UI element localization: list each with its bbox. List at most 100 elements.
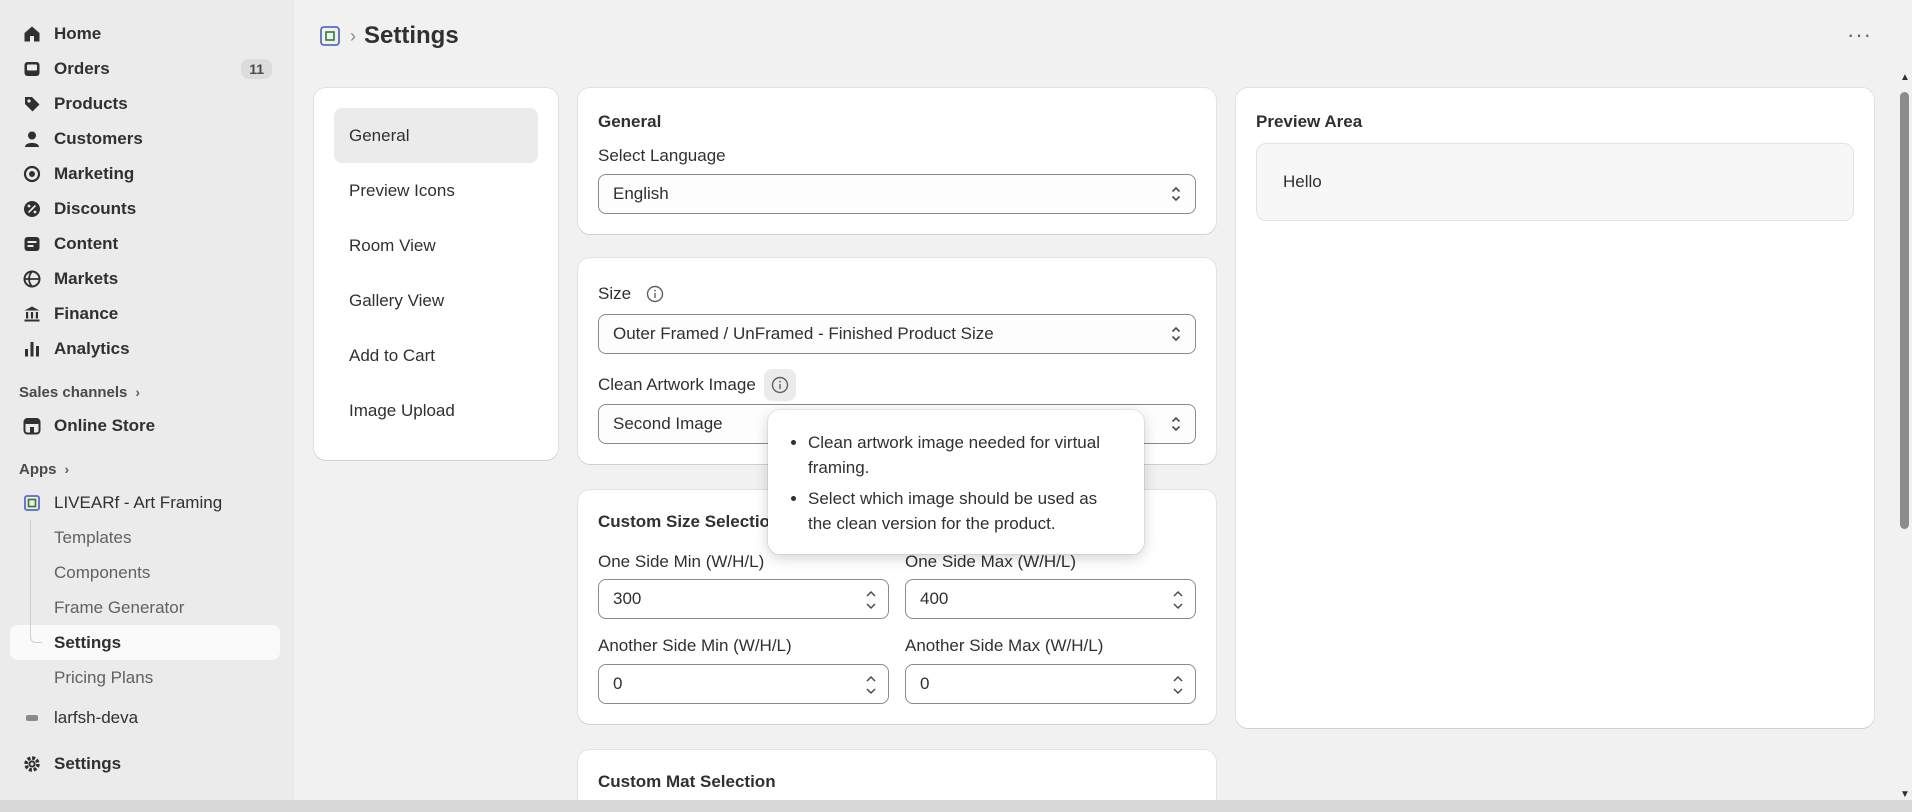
sidebar-subitem-settings[interactable]: Settings — [10, 625, 280, 660]
sidebar-item-marketing[interactable]: Marketing — [0, 156, 294, 191]
tooltip-list: Clean artwork image needed for virtual f… — [808, 430, 1124, 536]
another-side-min-value: 0 — [613, 674, 623, 693]
select-arrows-icon — [1171, 186, 1181, 202]
sales-channels-heading[interactable]: Sales channels › — [0, 376, 294, 408]
sidebar-bottom: Settings — [0, 746, 294, 781]
storefront-icon — [22, 416, 42, 436]
more-actions-button[interactable]: ··· — [1847, 22, 1872, 48]
sidebar-item-orders[interactable]: Orders 11 — [0, 51, 294, 86]
custom-size-title: Custom Size Selection — [598, 512, 781, 531]
orders-count-badge: 11 — [241, 58, 272, 79]
settings-nav-card: General Preview Icons Room View Gallery … — [314, 88, 558, 460]
sidebar-item-label: larfsh-deva — [54, 708, 139, 727]
sidebar-item-finance[interactable]: Finance — [0, 296, 294, 331]
another-side-min-input[interactable]: 0 — [598, 664, 889, 704]
sidebar-subitem-components[interactable]: Components — [0, 555, 294, 590]
sidebar-item-content[interactable]: Content — [0, 226, 294, 261]
app-frame-icon[interactable] — [318, 24, 342, 48]
sidebar-item-home[interactable]: Home — [0, 16, 294, 51]
language-select[interactable]: English — [598, 174, 1196, 214]
preview-box: Hello — [1256, 143, 1854, 221]
general-card-title: General — [598, 112, 662, 131]
inbox-icon — [22, 59, 42, 79]
sidebar-item-label: Products — [54, 93, 128, 113]
size-select-value: Outer Framed / UnFramed - Finished Produ… — [613, 324, 994, 343]
tooltip-bullet: Clean artwork image needed for virtual f… — [808, 430, 1124, 480]
sidebar-subitem-label: Settings — [54, 632, 122, 652]
home-icon — [22, 24, 42, 44]
sidebar-item-customers[interactable]: Customers — [0, 121, 294, 156]
scroll-up-icon[interactable]: ▲ — [1900, 72, 1910, 83]
app-icon — [22, 708, 42, 728]
sidebar-subitem-label: Components — [54, 562, 151, 582]
one-side-min-label: One Side Min (W/H/L) — [598, 552, 765, 571]
sidebar-subitem-label: Templates — [54, 527, 132, 547]
apps-label: Apps — [19, 460, 57, 478]
page-scrollbar[interactable]: ▲ ▼ — [1898, 72, 1912, 800]
one-side-min-value: 300 — [613, 589, 642, 608]
tree-line — [30, 520, 31, 555]
chevron-right-icon: › — [64, 461, 70, 477]
scrollbar-thumb[interactable] — [1900, 92, 1909, 529]
custom-mat-card: Custom Mat Selection — [578, 750, 1216, 800]
another-side-max-input[interactable]: 0 — [905, 664, 1196, 704]
sidebar-item-label: Home — [54, 23, 102, 43]
info-icon[interactable] — [763, 369, 796, 401]
sidebar-subitem-templates[interactable]: Templates — [0, 520, 294, 555]
sidebar-item-larfsh-deva[interactable]: larfsh-deva — [0, 705, 294, 731]
settings-nav-general[interactable]: General — [334, 108, 538, 163]
sidebar-item-label: Orders — [54, 58, 110, 78]
sidebar-subitem-label: Pricing Plans — [54, 667, 154, 687]
sidebar-item-label: Marketing — [54, 163, 135, 183]
clean-artwork-tooltip: Clean artwork image needed for virtual f… — [768, 410, 1144, 554]
sidebar-item-label: Analytics — [54, 338, 130, 358]
sidebar: Home Orders 11 Products Customers Market… — [0, 0, 294, 800]
tree-line — [30, 555, 31, 590]
settings-nav-add-to-cart[interactable]: Add to Cart — [334, 328, 538, 383]
language-label: Select Language — [598, 146, 726, 165]
stepper-arrows-icon[interactable] — [1171, 585, 1185, 615]
stepper-arrows-icon[interactable] — [1171, 670, 1185, 700]
chevron-right-icon: › — [350, 25, 356, 46]
preview-title: Preview Area — [1256, 112, 1363, 131]
sidebar-item-analytics[interactable]: Analytics — [0, 331, 294, 366]
settings-nav-image-upload[interactable]: Image Upload — [334, 383, 538, 438]
sidebar-item-discounts[interactable]: Discounts — [0, 191, 294, 226]
sidebar-item-label: Markets — [54, 268, 119, 288]
sidebar-subitem-frame-generator[interactable]: Frame Generator — [0, 590, 294, 625]
chevron-right-icon: › — [135, 384, 141, 400]
sidebar-item-products[interactable]: Products — [0, 86, 294, 121]
sidebar-item-markets[interactable]: Markets — [0, 261, 294, 296]
page-header: › Settings ··· — [294, 0, 1912, 72]
preview-card: Preview Area Hello — [1236, 88, 1874, 728]
sidebar-item-settings[interactable]: Settings — [0, 746, 294, 781]
page-title: Settings — [364, 22, 459, 49]
another-side-max-label: Another Side Max (W/H/L) — [905, 636, 1104, 655]
sidebar-item-label: Content — [54, 233, 119, 253]
size-select[interactable]: Outer Framed / UnFramed - Finished Produ… — [598, 314, 1196, 354]
one-side-max-input[interactable]: 400 — [905, 579, 1196, 619]
one-side-min-input[interactable]: 300 — [598, 579, 889, 619]
target-icon — [22, 164, 42, 184]
sidebar-item-online-store[interactable]: Online Store — [0, 408, 294, 443]
settings-nav-preview-icons[interactable]: Preview Icons — [334, 163, 538, 218]
tree-line — [30, 590, 31, 625]
apps-heading[interactable]: Apps › — [0, 453, 294, 485]
content-icon — [22, 234, 42, 254]
size-label-row: Size — [598, 284, 665, 304]
sidebar-item-label: Customers — [54, 128, 143, 148]
sidebar-item-app-livearf[interactable]: LIVEARf - Art Framing — [0, 485, 294, 520]
tree-elbow — [30, 625, 42, 643]
clean-artwork-label: Clean Artwork Image — [598, 375, 756, 394]
stepper-arrows-icon[interactable] — [864, 670, 878, 700]
sidebar-item-label: Online Store — [54, 415, 156, 435]
info-icon[interactable] — [645, 284, 665, 304]
sidebar-item-label: LIVEARf - Art Framing — [54, 492, 223, 512]
language-select-value: English — [613, 184, 669, 203]
settings-nav-room-view[interactable]: Room View — [334, 218, 538, 273]
scroll-down-icon[interactable]: ▼ — [1900, 789, 1910, 800]
stepper-arrows-icon[interactable] — [864, 585, 878, 615]
sidebar-subitem-pricing-plans[interactable]: Pricing Plans — [0, 660, 294, 695]
settings-nav-gallery-view[interactable]: Gallery View — [334, 273, 538, 328]
general-card: General Select Language English — [578, 88, 1216, 234]
